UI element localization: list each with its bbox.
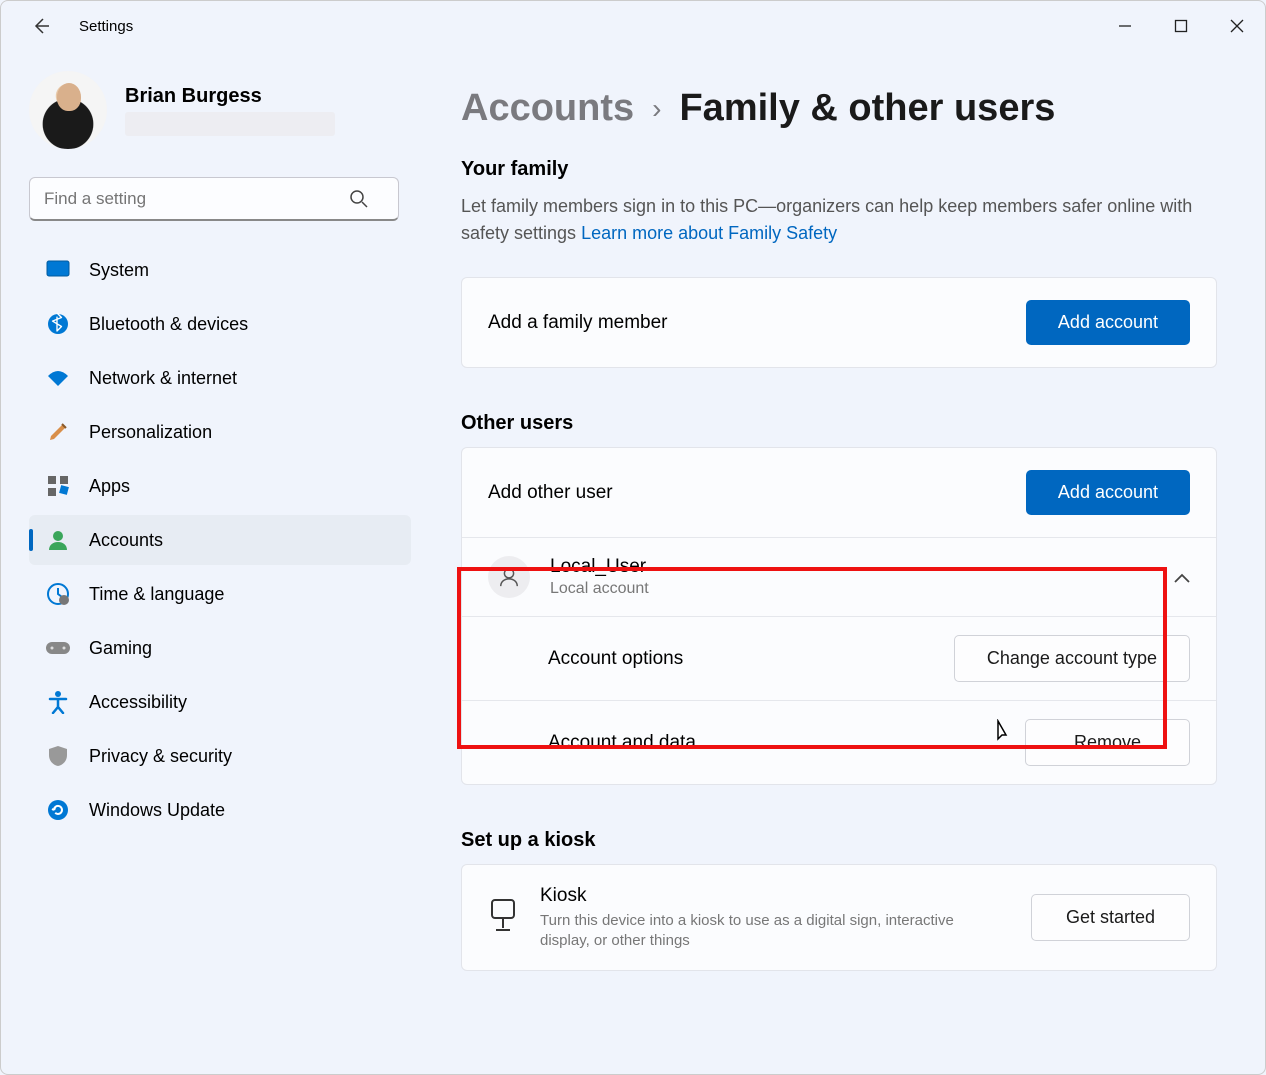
bluetooth-icon — [45, 311, 71, 337]
arrow-left-icon — [31, 16, 51, 36]
family-heading: Your family — [461, 158, 1217, 181]
chevron-right-icon: › — [652, 93, 661, 125]
minimize-button[interactable] — [1097, 1, 1153, 51]
user-icon — [488, 556, 530, 598]
other-users-heading: Other users — [461, 412, 1217, 435]
user-name: Brian Burgess — [125, 85, 335, 108]
wifi-icon — [45, 365, 71, 391]
add-other-user-label: Add other user — [488, 482, 613, 504]
nav-item-privacy[interactable]: Privacy & security — [29, 731, 411, 781]
kiosk-title: Kiosk — [540, 885, 960, 907]
nav-label: Network & internet — [89, 368, 237, 389]
nav-label: System — [89, 260, 149, 281]
breadcrumb: Accounts › Family & other users — [461, 87, 1217, 130]
window-title: Settings — [79, 18, 133, 35]
kiosk-get-started-button[interactable]: Get started — [1031, 894, 1190, 941]
person-icon — [45, 527, 71, 553]
kiosk-card: Kiosk Turn this device into a kiosk to u… — [461, 864, 1217, 971]
accessibility-icon — [45, 689, 71, 715]
nav-item-bluetooth[interactable]: Bluetooth & devices — [29, 299, 411, 349]
close-button[interactable] — [1209, 1, 1265, 51]
minimize-icon — [1118, 19, 1132, 33]
nav-label: Time & language — [89, 584, 224, 605]
nav-label: Personalization — [89, 422, 212, 443]
nav-label: Accessibility — [89, 692, 187, 713]
maximize-icon — [1174, 19, 1188, 33]
nav-item-accounts[interactable]: Accounts — [29, 515, 411, 565]
nav-item-system[interactable]: System — [29, 245, 411, 295]
account-options-label: Account options — [548, 648, 683, 670]
other-user-type: Local account — [550, 580, 649, 598]
gamepad-icon — [45, 635, 71, 661]
nav-label: Bluetooth & devices — [89, 314, 248, 335]
search-icon — [349, 189, 369, 214]
family-card: Add a family member Add account — [461, 277, 1217, 368]
chevron-up-icon[interactable] — [1174, 567, 1190, 588]
user-avatar[interactable] — [29, 71, 107, 149]
nav-item-update[interactable]: Windows Update — [29, 785, 411, 835]
add-family-account-button[interactable]: Add account — [1026, 300, 1190, 345]
nav-label: Gaming — [89, 638, 152, 659]
other-user-name: Local_User — [550, 556, 649, 578]
family-description: Let family members sign in to this PC—or… — [461, 193, 1217, 247]
update-icon — [45, 797, 71, 823]
maximize-button[interactable] — [1153, 1, 1209, 51]
nav-label: Privacy & security — [89, 746, 232, 767]
search-input[interactable] — [29, 177, 399, 221]
family-safety-link[interactable]: Learn more about Family Safety — [581, 223, 837, 243]
system-icon — [45, 257, 71, 283]
kiosk-heading: Set up a kiosk — [461, 829, 1217, 852]
kiosk-subtitle: Turn this device into a kiosk to use as … — [540, 911, 960, 950]
kiosk-icon — [488, 898, 518, 937]
nav-label: Accounts — [89, 530, 163, 551]
nav-label: Apps — [89, 476, 130, 497]
add-other-account-button[interactable]: Add account — [1026, 470, 1190, 515]
breadcrumb-current: Family & other users — [679, 87, 1055, 130]
nav-item-personalization[interactable]: Personalization — [29, 407, 411, 457]
nav-item-time[interactable]: Time & language — [29, 569, 411, 619]
shield-icon — [45, 743, 71, 769]
user-email-redacted — [125, 112, 335, 136]
add-family-member-label: Add a family member — [488, 312, 668, 334]
apps-icon — [45, 473, 71, 499]
close-icon — [1230, 19, 1244, 33]
nav-item-gaming[interactable]: Gaming — [29, 623, 411, 673]
clock-globe-icon — [45, 581, 71, 607]
nav-item-accessibility[interactable]: Accessibility — [29, 677, 411, 727]
change-account-type-button[interactable]: Change account type — [954, 635, 1190, 682]
nav-item-network[interactable]: Network & internet — [29, 353, 411, 403]
paintbrush-icon — [45, 419, 71, 445]
account-data-label: Account and data — [548, 732, 696, 754]
breadcrumb-parent[interactable]: Accounts — [461, 87, 634, 130]
back-button[interactable] — [21, 6, 61, 46]
other-users-card: Add other user Add account Local_User Lo… — [461, 447, 1217, 785]
remove-account-button[interactable]: Remove — [1025, 719, 1190, 766]
other-user-row[interactable]: Local_User Local account — [462, 537, 1216, 616]
nav-item-apps[interactable]: Apps — [29, 461, 411, 511]
nav-label: Windows Update — [89, 800, 225, 821]
